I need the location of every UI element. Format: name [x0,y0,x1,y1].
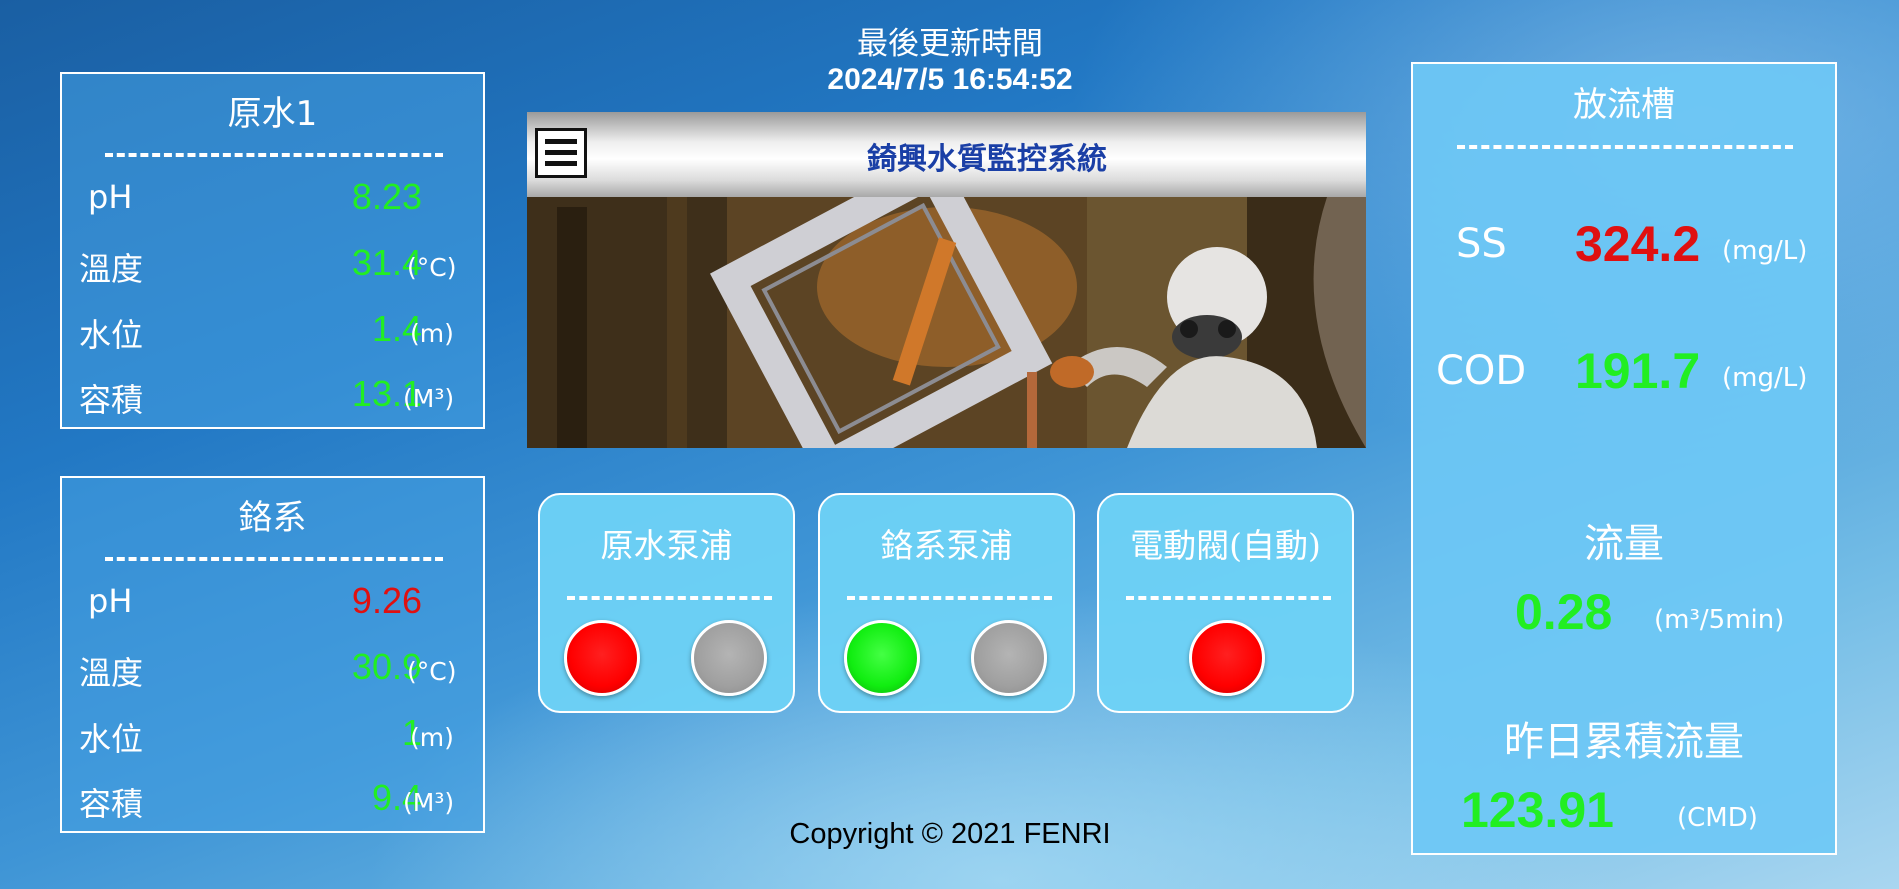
raw-temp-unit: (°C) [407,253,457,282]
ss-value: 324.2 [1575,216,1701,272]
system-banner: 錡興水質監控系統 [527,112,1366,448]
pump-divider [847,596,1052,600]
raw-ph-value: 8.23 [351,176,422,217]
panel-divider [105,153,443,157]
pump-divider [1126,596,1331,600]
last-update-label: 最後更新時間 [857,26,1043,62]
electric-valve-box: 電動閥(自動) [1097,493,1354,713]
chrome-level-unit: (m) [410,723,454,752]
yesterday-accumulated-flow-unit: (CMD) [1677,803,1758,833]
cod-unit: (mg/L) [1722,363,1808,393]
pump-divider [567,596,772,600]
chrome-panel: 鉻系 pH 9.26 溫度 30.9 (°C) 水位 1 (m) 容積 9.4 … [60,476,485,833]
last-update-time: 2024/7/5 16:54:52 [827,63,1073,96]
raw-water-title: 原水1 [227,94,318,134]
flow-unit: (m³/5min) [1654,605,1785,635]
chrome-temp-unit: (°C) [407,657,457,686]
panel-divider [105,557,443,561]
raw-level-unit: (m) [410,319,454,348]
electric-valve-title: 電動閥(自動) [1130,526,1321,565]
system-title: 錡興水質監控系統 [867,142,1107,177]
outfall-title: 放流槽 [1573,85,1675,125]
chrome-temp-value: 30.9 [351,646,422,687]
worker-spraying-photo [527,197,1366,448]
chrome-title: 鉻系 [238,498,307,538]
raw-level-label: 水位 [79,316,144,354]
raw-temp-label: 溫度 [79,250,144,288]
title-bar: 錡興水質監控系統 [527,112,1366,197]
yesterday-accumulated-flow-label: 昨日累積流量 [1504,719,1744,765]
raw-ph-label: pH [88,178,133,216]
chrome-level-value: 1 [401,712,422,753]
chrome-pump-2-status-lamp[interactable] [971,620,1047,696]
cod-value: 191.7 [1575,343,1701,399]
raw-water-pump-box: 原水泵浦 [538,493,795,713]
raw-water-pump-title: 原水泵浦 [600,526,733,565]
raw-temp-value: 31.4 [351,242,422,283]
raw-water-panel: 原水1 pH 8.23 溫度 31.4 (°C) 水位 1.4 (m) 容積 1… [60,72,485,429]
chrome-temp-label: 溫度 [79,654,144,692]
raw-volume-unit: (M³) [403,384,455,413]
outfall-panel: 放流槽 SS 324.2 (mg/L) COD 191.7 (mg/L) 流量 … [1411,62,1837,855]
raw-volume-label: 容積 [79,381,144,419]
raw-level-value: 1.4 [371,308,422,349]
chrome-pump-box: 鉻系泵浦 [818,493,1075,713]
flow-label: 流量 [1584,521,1664,567]
chrome-pump-1-status-lamp[interactable] [844,620,920,696]
chrome-level-label: 水位 [79,720,144,758]
raw-water-pump-2-status-lamp[interactable] [691,620,767,696]
flow-value: 0.28 [1515,584,1613,640]
menu-icon[interactable] [535,128,587,178]
chrome-volume-unit: (M³) [403,788,455,817]
chrome-pump-title: 鉻系泵浦 [880,526,1013,565]
ss-unit: (mg/L) [1722,236,1808,266]
chrome-ph-label: pH [88,582,133,620]
copyright-text: Copyright © 2021 FENRI [789,818,1111,850]
electric-valve-status-lamp[interactable] [1189,620,1265,696]
chrome-ph-value: 9.26 [351,580,422,621]
yesterday-accumulated-flow-value: 123.91 [1461,782,1614,838]
panel-divider [1457,145,1793,149]
chrome-volume-label: 容積 [79,785,144,823]
raw-water-pump-1-status-lamp[interactable] [564,620,640,696]
ss-label: SS [1456,221,1507,267]
cod-label: COD [1436,348,1527,394]
